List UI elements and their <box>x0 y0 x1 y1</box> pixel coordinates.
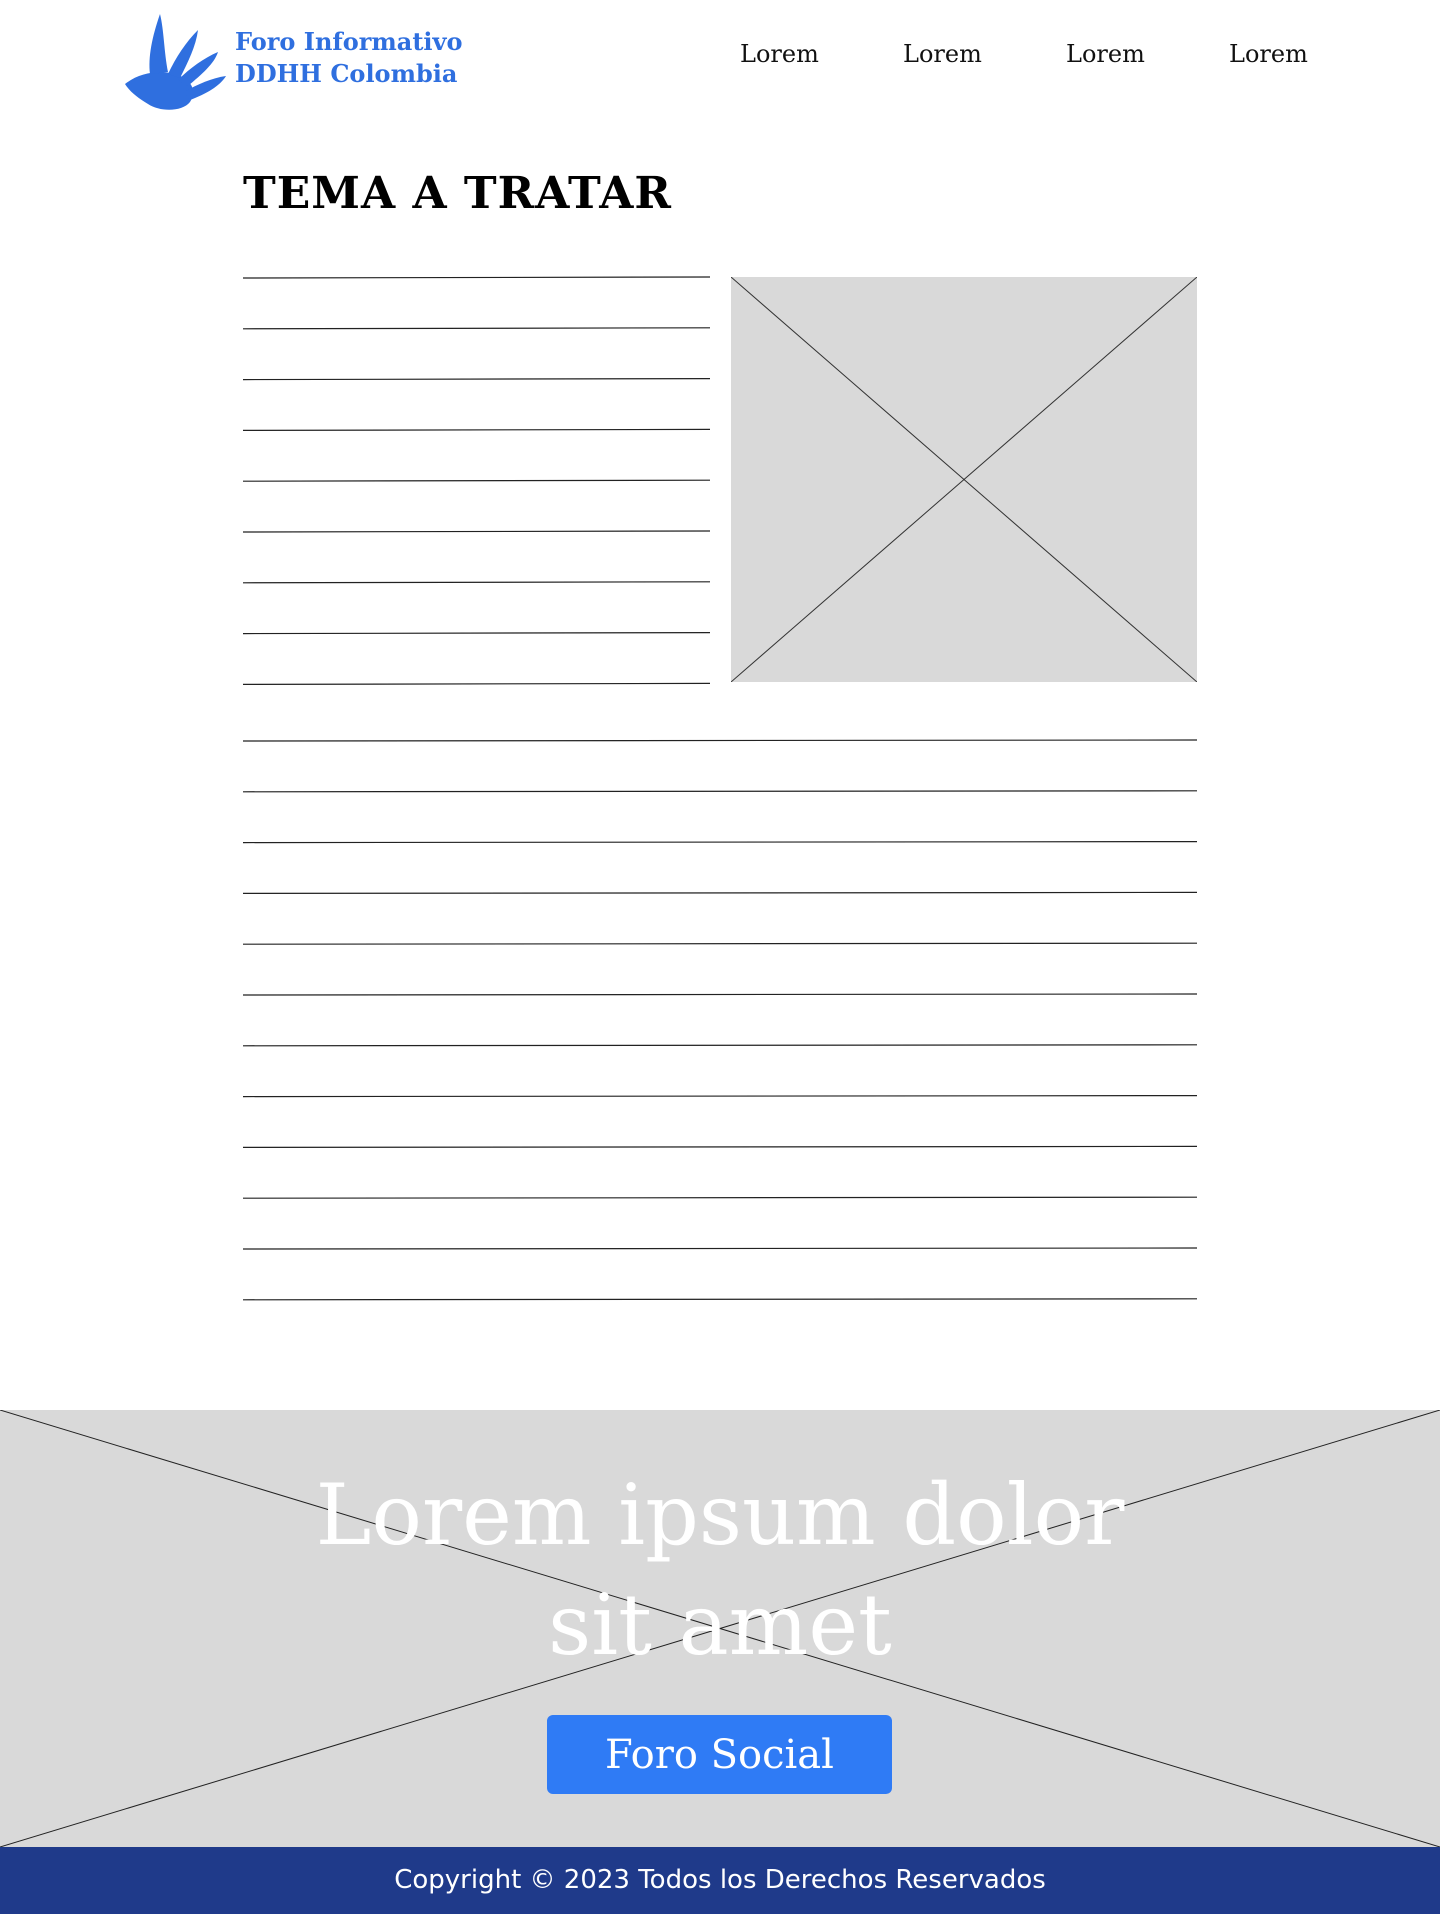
long-text-line <box>242 739 1198 742</box>
long-text-line <box>242 1044 1198 1047</box>
text-placeholder-lines <box>242 276 1198 1301</box>
copyright-text: Copyright © 2023 Todos los Derechos Rese… <box>394 1865 1046 1895</box>
short-text-line <box>242 276 711 279</box>
long-text-line <box>242 790 1198 793</box>
hero-title-line-1: Lorem ipsum dolor <box>315 1466 1125 1564</box>
long-text-line <box>242 840 1198 844</box>
short-text-line <box>242 479 711 482</box>
site-footer: Copyright © 2023 Todos los Derechos Rese… <box>0 1847 1440 1914</box>
long-text-line <box>242 1247 1198 1250</box>
short-text-line <box>242 682 711 686</box>
short-text-line <box>242 631 711 635</box>
short-text-line <box>242 378 711 381</box>
long-text-line <box>242 1196 1198 1199</box>
page: Foro Informativo DDHH Colombia Lorem Lor… <box>0 0 1440 1914</box>
short-text-line <box>242 530 711 533</box>
long-text-line <box>242 993 1198 996</box>
short-text-line <box>242 428 711 431</box>
short-text-line <box>242 327 711 330</box>
hero-banner: Lorem ipsum dolor sit amet Foro Social <box>0 1410 1440 1847</box>
long-text-line <box>242 1298 1198 1301</box>
long-text-line <box>242 891 1198 895</box>
image-placeholder-cross <box>730 276 1198 683</box>
long-text-line <box>242 942 1198 945</box>
image-placeholder-icon <box>730 276 1198 683</box>
short-text-line <box>242 581 711 584</box>
hero-title-line-2: sit amet <box>548 1576 892 1674</box>
long-text-line <box>242 1145 1198 1149</box>
long-text-line <box>242 1094 1198 1098</box>
hero-title: Lorem ipsum dolor sit amet <box>0 1460 1440 1680</box>
foro-social-button[interactable]: Foro Social <box>547 1715 892 1794</box>
